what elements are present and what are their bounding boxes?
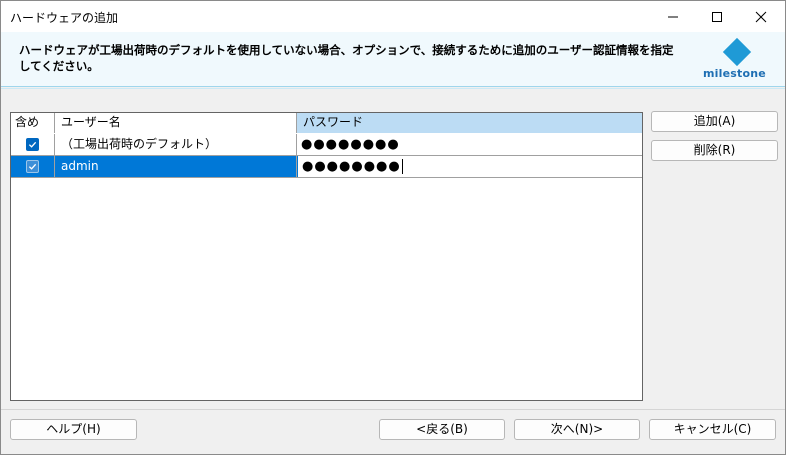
back-button[interactable]: <戻る(B) <box>379 419 505 440</box>
close-button[interactable] <box>739 1 783 32</box>
footer-divider <box>1 409 785 410</box>
milestone-logo: milestone <box>703 37 766 83</box>
logo-text: milestone <box>703 67 766 80</box>
table-row-selected[interactable]: admin ●●●●●●●● <box>11 156 642 178</box>
password-input[interactable]: ●●●●●●●● <box>297 156 642 177</box>
header-divider <box>1 86 785 87</box>
next-button[interactable]: 次へ(N)> <box>514 419 640 440</box>
title-bar[interactable]: ハードウェアの追加 <box>1 1 785 32</box>
column-header-username[interactable]: ユーザー名 <box>55 113 297 133</box>
include-cell <box>11 156 55 177</box>
checkmark-icon <box>28 141 37 148</box>
column-header-password[interactable]: パスワード <box>297 113 642 133</box>
text-caret <box>401 159 403 174</box>
dialog-header: ハードウェアが工場出荷時のデフォルトを使用していない場合、オプションで、接続する… <box>1 32 785 86</box>
checkmark-icon <box>28 163 37 170</box>
close-icon <box>755 11 767 22</box>
grid-header: 含め ユーザー名 パスワード <box>11 113 642 133</box>
help-button[interactable]: ヘルプ(H) <box>10 419 137 440</box>
username-cell[interactable]: admin <box>55 156 297 177</box>
table-row[interactable]: （工場出荷時のデフォルト） ●●●●●●●● <box>11 134 642 156</box>
username-cell[interactable]: （工場出荷時のデフォルト） <box>55 134 297 155</box>
cancel-button[interactable]: キャンセル(C) <box>649 419 776 440</box>
maximize-button[interactable] <box>695 1 739 32</box>
password-cell[interactable]: ●●●●●●●● <box>297 134 642 155</box>
milestone-diamond-icon <box>722 37 752 67</box>
add-hardware-dialog: ハードウェアの追加 ハードウェアが工場出荷時のデフォルトを使用していない場合、オ… <box>0 0 786 455</box>
password-value: ●●●●●●●● <box>302 159 401 174</box>
include-cell <box>11 134 55 155</box>
include-checkbox[interactable] <box>26 160 39 173</box>
remove-button[interactable]: 削除(R) <box>651 140 778 161</box>
add-button[interactable]: 追加(A) <box>651 111 778 132</box>
minimize-button[interactable] <box>651 1 695 32</box>
include-checkbox[interactable] <box>26 138 39 151</box>
minimize-icon <box>668 16 678 17</box>
header-divider-secondary <box>1 88 785 89</box>
credentials-grid[interactable]: 含め ユーザー名 パスワード （工場出荷時のデフォルト） ●●●●●●●● ad… <box>10 112 643 401</box>
header-instruction: ハードウェアが工場出荷時のデフォルトを使用していない場合、オプションで、接続する… <box>19 43 674 73</box>
maximize-icon <box>712 11 722 22</box>
window-title: ハードウェアの追加 <box>10 11 119 25</box>
column-header-include[interactable]: 含め <box>11 113 55 133</box>
